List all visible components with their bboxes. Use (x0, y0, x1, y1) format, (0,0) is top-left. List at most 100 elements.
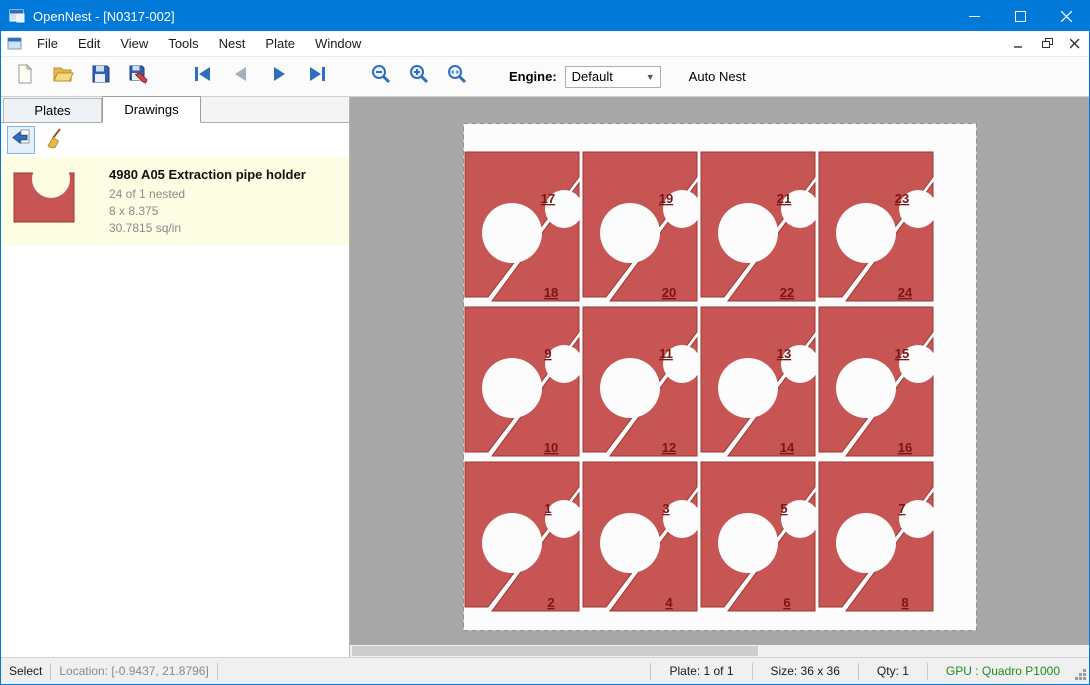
parts-panel: Plates Drawings 4980 (1, 97, 350, 657)
part-notch (600, 203, 660, 263)
part-number: 10 (543, 440, 557, 455)
menu-bar: File Edit View Tools Nest Plate Window (1, 31, 1089, 57)
part-number: 5 (780, 501, 787, 516)
part-notch (482, 513, 542, 573)
menu-tools[interactable]: Tools (158, 32, 208, 55)
menu-view[interactable]: View (110, 32, 158, 55)
broom-icon (44, 127, 66, 154)
app-icon (9, 8, 25, 24)
zoom-in-button[interactable] (403, 61, 435, 93)
menu-edit[interactable]: Edit (68, 32, 110, 55)
part-number: 12 (661, 440, 675, 455)
new-icon (14, 63, 36, 90)
nested-pair[interactable]: 1920 (583, 152, 701, 301)
part-title: 4980 A05 Extraction pipe holder (109, 167, 306, 182)
clear-button[interactable] (41, 126, 69, 154)
new-button[interactable] (9, 61, 41, 93)
part-number: 16 (897, 440, 911, 455)
part-notch (836, 513, 896, 573)
nested-pair[interactable]: 1314 (701, 307, 819, 456)
status-gpu: GPU : Quadro P1000 (936, 664, 1070, 678)
status-location: Location: [-0.9437, 21.8796] (59, 664, 208, 678)
zoom-fit-icon (446, 63, 468, 90)
zoom-out-button[interactable] (365, 61, 397, 93)
save-edit-button[interactable] (123, 61, 155, 93)
save-button[interactable] (85, 61, 117, 93)
zoom-out-icon (370, 63, 392, 90)
mdi-restore-button[interactable] (1033, 31, 1061, 56)
nested-pair[interactable]: 2122 (701, 152, 819, 301)
part-nested-count: 24 of 1 nested (109, 186, 306, 203)
nested-pair[interactable]: 1516 (819, 307, 937, 456)
mdi-child-icon (7, 36, 23, 52)
go-previous-icon (230, 63, 252, 90)
nested-pair[interactable]: 34 (583, 462, 701, 611)
open-button[interactable] (47, 61, 79, 93)
nested-pair[interactable]: 12 (465, 462, 583, 611)
chevron-down-icon: ▼ (641, 72, 660, 82)
part-number: 1 (544, 501, 551, 516)
status-size: Size: 36 x 36 (761, 664, 850, 678)
title-bar: OpenNest - [N0317-002] (1, 1, 1089, 31)
menu-window[interactable]: Window (305, 32, 371, 55)
open-icon (52, 63, 74, 90)
part-number: 18 (543, 285, 557, 300)
maximize-button[interactable] (997, 1, 1043, 31)
part-info: 4980 A05 Extraction pipe holder 24 of 1 … (109, 165, 306, 237)
status-separator (217, 663, 218, 680)
nested-pair[interactable]: 78 (819, 462, 937, 611)
part-number: 9 (544, 346, 551, 361)
nested-pair[interactable]: 1112 (583, 307, 701, 456)
nested-pair[interactable]: 2324 (819, 152, 937, 301)
go-first-button[interactable] (187, 61, 219, 93)
engine-select[interactable]: Default ▼ (565, 66, 661, 88)
plate: 171819202122232491011121314151612345678 (463, 123, 977, 631)
part-number: 19 (658, 191, 672, 206)
status-mode: Select (9, 664, 42, 678)
tab-plates[interactable]: Plates (3, 98, 102, 122)
auto-nest-button[interactable]: Auto Nest (683, 65, 752, 88)
part-number: 3 (662, 501, 669, 516)
go-next-button[interactable] (263, 61, 295, 93)
tab-drawings[interactable]: Drawings (102, 96, 201, 123)
menu-nest[interactable]: Nest (209, 32, 256, 55)
resize-grip[interactable] (1074, 668, 1087, 684)
part-number: 7 (898, 501, 905, 516)
part-notch (482, 358, 542, 418)
mdi-close-button[interactable] (1061, 31, 1089, 56)
part-notch (482, 203, 542, 263)
menu-file[interactable]: File (27, 32, 68, 55)
part-number: 6 (783, 595, 790, 610)
horizontal-scrollbar[interactable] (350, 645, 1089, 657)
status-separator (927, 663, 928, 680)
menu-plate[interactable]: Plate (255, 32, 305, 55)
mdi-minimize-button[interactable] (1005, 31, 1033, 56)
go-first-icon (192, 63, 214, 90)
close-button[interactable] (1043, 1, 1089, 31)
engine-value: Default (572, 69, 613, 84)
part-number: 20 (661, 285, 675, 300)
part-notch (600, 358, 660, 418)
scrollbar-thumb[interactable] (352, 646, 758, 656)
go-last-button[interactable] (301, 61, 333, 93)
import-drawing-button[interactable] (7, 126, 35, 154)
nesting-canvas[interactable]: 171819202122232491011121314151612345678 (350, 97, 1089, 657)
part-notch (718, 203, 778, 263)
part-number: 22 (779, 285, 793, 300)
zoom-fit-button[interactable] (441, 61, 473, 93)
nested-pair[interactable]: 1718 (465, 152, 583, 301)
minimize-button[interactable] (951, 1, 997, 31)
status-separator (650, 663, 651, 680)
nested-pair[interactable]: 56 (701, 462, 819, 611)
part-size: 8 x 8.375 (109, 203, 306, 220)
main-toolbar: Engine: Default ▼ Auto Nest (1, 57, 1089, 97)
drawing-list-item[interactable]: 4980 A05 Extraction pipe holder 24 of 1 … (1, 157, 349, 245)
part-number: 8 (901, 595, 908, 610)
status-plate: Plate: 1 of 1 (659, 664, 743, 678)
zoom-in-icon (408, 63, 430, 90)
part-thumbnail (11, 165, 81, 231)
content-area: Plates Drawings 4980 (1, 97, 1089, 657)
nested-pair[interactable]: 9 10 (465, 307, 583, 456)
part-notch (718, 358, 778, 418)
go-previous-button[interactable] (225, 61, 257, 93)
